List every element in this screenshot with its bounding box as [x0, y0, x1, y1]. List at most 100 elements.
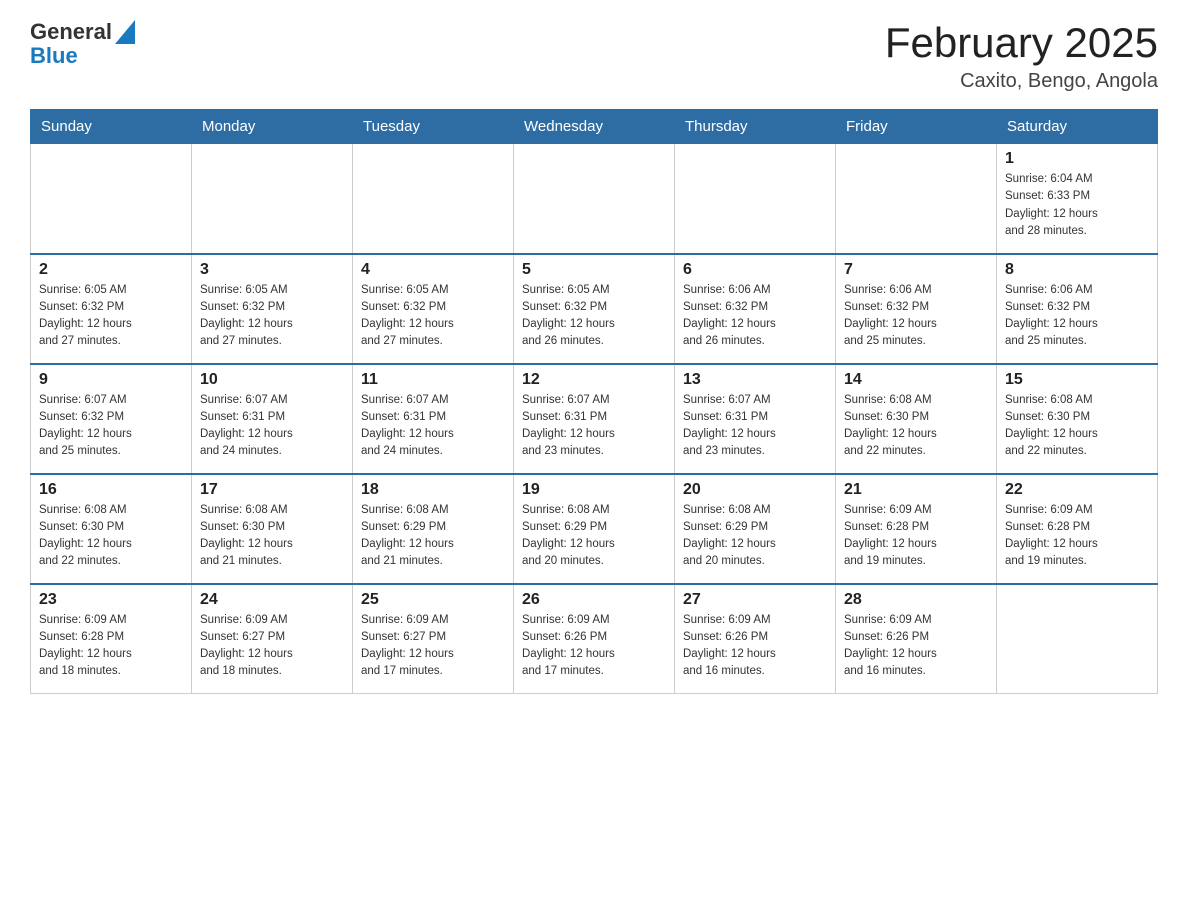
day-info: Sunrise: 6:06 AM Sunset: 6:32 PM Dayligh… — [1005, 282, 1149, 351]
day-info: Sunrise: 6:08 AM Sunset: 6:29 PM Dayligh… — [683, 502, 827, 571]
header-wednesday: Wednesday — [514, 110, 675, 144]
title-section: February 2025 Caxito, Bengo, Angola — [885, 20, 1158, 93]
calendar-cell: 10Sunrise: 6:07 AM Sunset: 6:31 PM Dayli… — [192, 364, 353, 474]
calendar-cell: 23 Sunrise: 6:09 AM Sunset: 6:28 PM Dayli… — [31, 584, 192, 694]
day-number: 23 — [39, 591, 183, 609]
calendar-title: February 2025 — [885, 20, 1158, 66]
day-number: 6 — [683, 261, 827, 279]
calendar-cell: 9 Sunrise: 6:07 AM Sunset: 6:32 PM Daylig… — [31, 364, 192, 474]
header-monday: Monday — [192, 110, 353, 144]
day-number: 16 — [39, 481, 183, 499]
logo-blue-text: Blue — [30, 44, 135, 68]
week-row-4: 23 Sunrise: 6:09 AM Sunset: 6:28 PM Dayli… — [31, 584, 1158, 694]
day-info: Sunrise: 6:09 AM Sunset: 6:26 PM Dayligh… — [844, 612, 988, 681]
calendar-cell: 21Sunrise: 6:09 AM Sunset: 6:28 PM Dayli… — [836, 474, 997, 584]
calendar-cell: 7 Sunrise: 6:06 AM Sunset: 6:32 PM Daylig… — [836, 254, 997, 364]
day-number: 26 — [522, 591, 666, 609]
day-info: Sunrise: 6:08 AM Sunset: 6:30 PM Dayligh… — [844, 392, 988, 461]
day-info: Sunrise: 6:06 AM Sunset: 6:32 PM Dayligh… — [844, 282, 988, 351]
calendar-cell: 4 Sunrise: 6:05 AM Sunset: 6:32 PM Daylig… — [353, 254, 514, 364]
calendar-cell: 24 Sunrise: 6:09 AM Sunset: 6:27 PM Dayli… — [192, 584, 353, 694]
calendar-cell — [353, 144, 514, 254]
week-row-2: 9 Sunrise: 6:07 AM Sunset: 6:32 PM Daylig… — [31, 364, 1158, 474]
day-number: 28 — [844, 591, 988, 609]
header-saturday: Saturday — [997, 110, 1158, 144]
calendar-cell — [675, 144, 836, 254]
calendar-table: Sunday Monday Tuesday Wednesday Thursday… — [30, 109, 1158, 694]
day-number: 18 — [361, 481, 505, 499]
day-info: Sunrise: 6:09 AM Sunset: 6:28 PM Dayligh… — [844, 502, 988, 571]
day-number: 24 — [200, 591, 344, 609]
day-info: Sunrise: 6:09 AM Sunset: 6:27 PM Dayligh… — [361, 612, 505, 681]
day-number: 13 — [683, 371, 827, 389]
day-number: 17 — [200, 481, 344, 499]
calendar-cell: 3Sunrise: 6:05 AM Sunset: 6:32 PM Daylig… — [192, 254, 353, 364]
day-number: 22 — [1005, 481, 1149, 499]
day-info: Sunrise: 6:07 AM Sunset: 6:31 PM Dayligh… — [361, 392, 505, 461]
header-thursday: Thursday — [675, 110, 836, 144]
calendar-cell: 28 Sunrise: 6:09 AM Sunset: 6:26 PM Dayli… — [836, 584, 997, 694]
calendar-cell: 26 Sunrise: 6:09 AM Sunset: 6:26 PM Dayli… — [514, 584, 675, 694]
calendar-cell: 2 Sunrise: 6:05 AM Sunset: 6:32 PM Daylig… — [31, 254, 192, 364]
day-number: 7 — [844, 261, 988, 279]
day-info: Sunrise: 6:08 AM Sunset: 6:30 PM Dayligh… — [39, 502, 183, 571]
day-number: 4 — [361, 261, 505, 279]
day-number: 19 — [522, 481, 666, 499]
calendar-cell: 13Sunrise: 6:07 AM Sunset: 6:31 PM Dayli… — [675, 364, 836, 474]
day-info: Sunrise: 6:09 AM Sunset: 6:27 PM Dayligh… — [200, 612, 344, 681]
week-row-0: 1Sunrise: 6:04 AM Sunset: 6:33 PM Daylig… — [31, 144, 1158, 254]
day-number: 11 — [361, 371, 505, 389]
header-friday: Friday — [836, 110, 997, 144]
calendar-cell: 12Sunrise: 6:07 AM Sunset: 6:31 PM Dayli… — [514, 364, 675, 474]
day-number: 2 — [39, 261, 183, 279]
day-number: 5 — [522, 261, 666, 279]
day-number: 8 — [1005, 261, 1149, 279]
calendar-cell — [192, 144, 353, 254]
calendar-cell: 6 Sunrise: 6:06 AM Sunset: 6:32 PM Daylig… — [675, 254, 836, 364]
day-info: Sunrise: 6:05 AM Sunset: 6:32 PM Dayligh… — [361, 282, 505, 351]
calendar-cell: 5 Sunrise: 6:05 AM Sunset: 6:32 PM Daylig… — [514, 254, 675, 364]
day-info: Sunrise: 6:09 AM Sunset: 6:28 PM Dayligh… — [39, 612, 183, 681]
calendar-cell: 1Sunrise: 6:04 AM Sunset: 6:33 PM Daylig… — [997, 144, 1158, 254]
day-info: Sunrise: 6:05 AM Sunset: 6:32 PM Dayligh… — [39, 282, 183, 351]
calendar-cell: 25 Sunrise: 6:09 AM Sunset: 6:27 PM Dayli… — [353, 584, 514, 694]
calendar-subtitle: Caxito, Bengo, Angola — [885, 70, 1158, 93]
header-tuesday: Tuesday — [353, 110, 514, 144]
day-info: Sunrise: 6:07 AM Sunset: 6:32 PM Dayligh… — [39, 392, 183, 461]
day-number: 25 — [361, 591, 505, 609]
day-info: Sunrise: 6:09 AM Sunset: 6:28 PM Dayligh… — [1005, 502, 1149, 571]
day-info: Sunrise: 6:09 AM Sunset: 6:26 PM Dayligh… — [522, 612, 666, 681]
calendar-cell — [997, 584, 1158, 694]
day-info: Sunrise: 6:08 AM Sunset: 6:30 PM Dayligh… — [1005, 392, 1149, 461]
calendar-cell — [836, 144, 997, 254]
header-sunday: Sunday — [31, 110, 192, 144]
day-number: 14 — [844, 371, 988, 389]
day-info: Sunrise: 6:07 AM Sunset: 6:31 PM Dayligh… — [200, 392, 344, 461]
calendar-cell — [514, 144, 675, 254]
calendar-cell: 18 Sunrise: 6:08 AM Sunset: 6:29 PM Dayli… — [353, 474, 514, 584]
week-row-1: 2 Sunrise: 6:05 AM Sunset: 6:32 PM Daylig… — [31, 254, 1158, 364]
calendar-cell: 19Sunrise: 6:08 AM Sunset: 6:29 PM Dayli… — [514, 474, 675, 584]
calendar-cell: 11 Sunrise: 6:07 AM Sunset: 6:31 PM Dayli… — [353, 364, 514, 474]
calendar-cell: 20 Sunrise: 6:08 AM Sunset: 6:29 PM Dayli… — [675, 474, 836, 584]
day-number: 15 — [1005, 371, 1149, 389]
weekday-header-row: Sunday Monday Tuesday Wednesday Thursday… — [31, 110, 1158, 144]
week-row-3: 16 Sunrise: 6:08 AM Sunset: 6:30 PM Dayli… — [31, 474, 1158, 584]
day-info: Sunrise: 6:05 AM Sunset: 6:32 PM Dayligh… — [522, 282, 666, 351]
day-info: Sunrise: 6:08 AM Sunset: 6:29 PM Dayligh… — [361, 502, 505, 571]
day-info: Sunrise: 6:05 AM Sunset: 6:32 PM Dayligh… — [200, 282, 344, 351]
day-info: Sunrise: 6:06 AM Sunset: 6:32 PM Dayligh… — [683, 282, 827, 351]
day-info: Sunrise: 6:09 AM Sunset: 6:26 PM Dayligh… — [683, 612, 827, 681]
calendar-cell: 15 Sunrise: 6:08 AM Sunset: 6:30 PM Dayli… — [997, 364, 1158, 474]
day-number: 9 — [39, 371, 183, 389]
day-number: 27 — [683, 591, 827, 609]
logo-triangle-icon — [115, 20, 135, 44]
day-number: 20 — [683, 481, 827, 499]
calendar-cell: 16 Sunrise: 6:08 AM Sunset: 6:30 PM Dayli… — [31, 474, 192, 584]
calendar-cell — [31, 144, 192, 254]
calendar-cell: 14 Sunrise: 6:08 AM Sunset: 6:30 PM Dayli… — [836, 364, 997, 474]
day-info: Sunrise: 6:08 AM Sunset: 6:30 PM Dayligh… — [200, 502, 344, 571]
page-header: General Blue February 2025 Caxito, Bengo… — [30, 20, 1158, 93]
calendar-cell: 17 Sunrise: 6:08 AM Sunset: 6:30 PM Dayli… — [192, 474, 353, 584]
logo: General Blue — [30, 20, 135, 68]
